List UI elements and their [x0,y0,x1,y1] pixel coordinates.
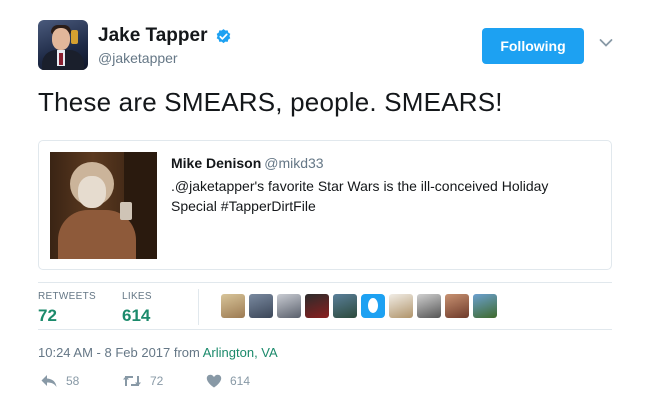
liker-avatar[interactable] [361,294,385,318]
quoted-author-handle: @mikd33 [264,155,324,171]
likes-count: 614 [122,306,151,325]
engagement-stats: RETWEETS 72 LIKES 614 [38,282,612,330]
author-block: Jake Tapper @jaketapper [98,25,232,66]
quoted-tweet-text: .@jaketapper's favorite Star Wars is the… [171,178,549,214]
following-button[interactable]: Following [482,28,584,64]
liker-avatar[interactable] [417,294,441,318]
retweet-icon [123,376,141,386]
liker-avatar[interactable] [249,294,273,318]
retweet-button[interactable]: 72 [122,374,163,388]
tweet-time: 10:24 AM - 8 Feb 2017 from [38,345,203,360]
author-name[interactable]: Jake Tapper [98,25,207,47]
tweet-location[interactable]: Arlington, VA [203,345,278,360]
likes-stat[interactable]: LIKES 614 [122,291,152,326]
quoted-tweet-card[interactable]: Mike Denison @mikd33 .@jaketapper's favor… [38,140,612,270]
like-button[interactable]: 614 [206,374,250,388]
like-count: 614 [230,374,251,388]
reply-button[interactable]: 58 [40,374,79,388]
liker-avatar[interactable] [389,294,413,318]
retweets-count: 72 [38,306,57,325]
reply-icon [41,375,57,387]
author-handle[interactable]: @jaketapper [98,50,232,66]
likes-label: LIKES [122,291,152,302]
tweet-text: These are SMEARS, people. SMEARS! [38,87,503,117]
retweets-stat[interactable]: RETWEETS 72 [38,291,96,326]
quoted-author: Mike Denison @mikd33 [171,155,324,171]
chevron-down-icon[interactable] [599,38,613,48]
liker-avatar[interactable] [473,294,497,318]
quoted-author-name: Mike Denison [171,155,262,171]
quoted-tweet-image[interactable] [50,152,157,259]
verified-badge-icon [216,28,231,43]
liker-avatar[interactable] [333,294,357,318]
tweet-timestamp[interactable]: 10:24 AM - 8 Feb 2017 from Arlington, VA [38,345,278,360]
tweet: Jake Tapper @jaketapper Following These … [0,0,650,411]
liker-avatar[interactable] [277,294,301,318]
liker-avatar[interactable] [305,294,329,318]
retweet-count: 72 [150,374,164,388]
heart-icon [206,374,222,388]
author-avatar[interactable] [38,20,88,70]
stats-divider [198,289,199,325]
retweets-label: RETWEETS [38,291,96,302]
reply-count: 58 [66,374,80,388]
liker-avatar[interactable] [445,294,469,318]
liker-avatar[interactable] [221,294,245,318]
